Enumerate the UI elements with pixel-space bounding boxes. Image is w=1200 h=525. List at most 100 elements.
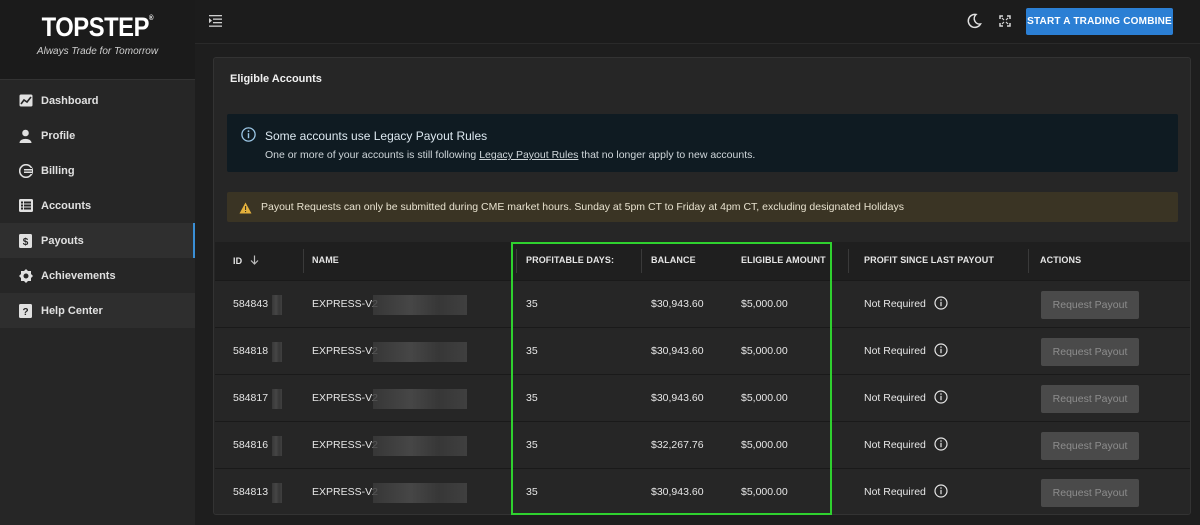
sidebar-item-label: Profile — [41, 129, 76, 142]
request-payout-button[interactable]: Request Payout — [1041, 338, 1139, 366]
start-trading-combine-button[interactable]: START A TRADING COMBINE — [1026, 8, 1173, 35]
table-row: 584818 EXPRESS-V2 35 $30,943.60 $5,000.0… — [215, 327, 1190, 374]
profitable-days: 35 — [526, 392, 538, 404]
warning-icon — [239, 201, 252, 219]
profit-since-last-payout: Not Required — [864, 345, 926, 357]
col-balance: BALANCE — [651, 255, 696, 265]
sidebar-item-accounts[interactable]: Accounts — [0, 188, 195, 223]
sidebar-item-label: Help Center — [41, 304, 103, 317]
alert-text: One or more of your accounts is still fo… — [265, 149, 756, 161]
market-hours-warning: Payout Requests can only be submitted du… — [227, 192, 1178, 222]
profitable-days: 35 — [526, 486, 538, 498]
sidebar-item-billing[interactable]: Billing — [0, 153, 195, 188]
card-title: Eligible Accounts — [230, 73, 322, 85]
eligible-amount: $5,000.00 — [741, 392, 788, 404]
eligible-amount: $5,000.00 — [741, 345, 788, 357]
redacted-name-suffix — [373, 295, 467, 315]
menu-collapse-icon[interactable] — [209, 14, 222, 32]
account-id: 584816 — [233, 439, 269, 451]
redacted-id-suffix — [272, 295, 282, 315]
column-divider — [303, 249, 304, 273]
info-icon[interactable] — [934, 343, 948, 362]
sort-down-icon — [250, 255, 259, 265]
profitable-days: 35 — [526, 345, 538, 357]
brand-tagline: Always Trade for Tomorrow — [36, 46, 159, 57]
sidebar-item-dashboard[interactable]: Dashboard — [0, 83, 195, 118]
table-row: 584817 EXPRESS-V2 35 $30,943.60 $5,000.0… — [215, 374, 1190, 421]
redacted-name-suffix — [373, 342, 467, 362]
account-id: 584817 — [233, 392, 269, 404]
eligible-amount: $5,000.00 — [741, 486, 788, 498]
account-name: EXPRESS-V2 — [312, 486, 378, 498]
sidebar-item-profile[interactable]: Profile — [0, 118, 195, 153]
request-payout-button[interactable]: Request Payout — [1041, 385, 1139, 413]
redacted-id-suffix — [272, 436, 282, 456]
account-name: EXPRESS-V2 — [312, 298, 378, 310]
eligible-accounts-card: Eligible Accounts Some accounts use Lega… — [213, 57, 1191, 515]
info-icon — [241, 127, 256, 147]
col-profitable-days: PROFITABLE DAYS: — [526, 255, 615, 265]
table-header: ID NAME PROFITABLE DAYS: BALANCE ELIGIBL… — [215, 242, 1190, 280]
balance: $30,943.60 — [651, 345, 704, 357]
sidebar-item-help-center[interactable]: ? Help Center — [0, 293, 195, 328]
profit-since-last-payout: Not Required — [864, 439, 926, 451]
user-icon — [18, 128, 33, 143]
sidebar-item-label: Billing — [41, 164, 75, 177]
column-divider — [516, 249, 517, 273]
balance: $30,943.60 — [651, 298, 704, 310]
fullscreen-icon[interactable] — [999, 14, 1011, 32]
col-profit-since-last-payout: PROFIT SINCE LAST PAYOUT — [864, 255, 994, 265]
top-bar: START A TRADING COMBINE — [195, 0, 1200, 44]
col-eligible-amount: ELIGIBLE AMOUNT — [741, 255, 826, 265]
info-icon[interactable] — [934, 437, 948, 456]
info-icon[interactable] — [934, 390, 948, 409]
sidebar-item-label: Payouts — [41, 234, 84, 247]
moon-icon[interactable] — [966, 13, 982, 34]
balance: $30,943.60 — [651, 486, 704, 498]
sidebar-item-label: Achievements — [41, 269, 116, 282]
request-payout-button[interactable]: Request Payout — [1041, 479, 1139, 507]
account-id: 584843 — [233, 298, 269, 310]
account-name: EXPRESS-V2 — [312, 345, 378, 357]
redacted-name-suffix — [373, 389, 467, 409]
redacted-id-suffix — [272, 483, 282, 503]
request-payout-button[interactable]: Request Payout — [1041, 291, 1139, 319]
profit-since-last-payout: Not Required — [864, 486, 926, 498]
brand: TOPSTEP® Always Trade for Tomorrow — [0, 0, 195, 80]
table-row: 584813 EXPRESS-V2 35 $30,943.60 $5,000.0… — [215, 468, 1190, 514]
request-payout-button[interactable]: Request Payout — [1041, 432, 1139, 460]
col-actions: ACTIONS — [1040, 255, 1082, 265]
question-icon: ? — [18, 303, 33, 318]
list-icon — [18, 198, 33, 213]
dollar-icon: $ — [18, 233, 33, 248]
chart-icon — [18, 93, 33, 108]
account-name: EXPRESS-V2 — [312, 439, 378, 451]
sidebar-item-label: Dashboard — [41, 94, 99, 107]
eligible-amount: $5,000.00 — [741, 439, 788, 451]
account-id: 584813 — [233, 486, 269, 498]
eligible-amount: $5,000.00 — [741, 298, 788, 310]
legacy-payout-rules-link[interactable]: Legacy Payout Rules — [479, 149, 578, 161]
info-icon[interactable] — [934, 296, 948, 315]
svg-text:?: ? — [22, 307, 28, 318]
sidebar-item-payouts[interactable]: $ Payouts — [0, 223, 195, 258]
account-id: 584818 — [233, 345, 269, 357]
warning-text: Payout Requests can only be submitted du… — [261, 201, 904, 213]
sidebar-item-label: Accounts — [41, 199, 92, 212]
table-row: 584843 EXPRESS-V2 35 $30,943.60 $5,000.0… — [215, 280, 1190, 327]
profit-since-last-payout: Not Required — [864, 392, 926, 404]
brand-logo[interactable]: TOPSTEP® — [42, 12, 154, 43]
redacted-id-suffix — [272, 389, 282, 409]
badge-icon — [18, 268, 33, 283]
info-icon[interactable] — [934, 484, 948, 503]
profitable-days: 35 — [526, 298, 538, 310]
sidebar-item-achievements[interactable]: Achievements — [0, 258, 195, 293]
alert-title: Some accounts use Legacy Payout Rules — [265, 129, 488, 143]
col-id[interactable]: ID — [233, 255, 259, 266]
redacted-id-suffix — [272, 342, 282, 362]
table-row: 584816 EXPRESS-V2 35 $32,267.76 $5,000.0… — [215, 421, 1190, 468]
billing-icon — [18, 163, 33, 178]
balance: $32,267.76 — [651, 439, 704, 451]
sidebar-nav: Dashboard Profile Billing Accounts $ Pay… — [0, 83, 195, 328]
accounts-table: ID NAME PROFITABLE DAYS: BALANCE ELIGIBL… — [215, 242, 1190, 514]
